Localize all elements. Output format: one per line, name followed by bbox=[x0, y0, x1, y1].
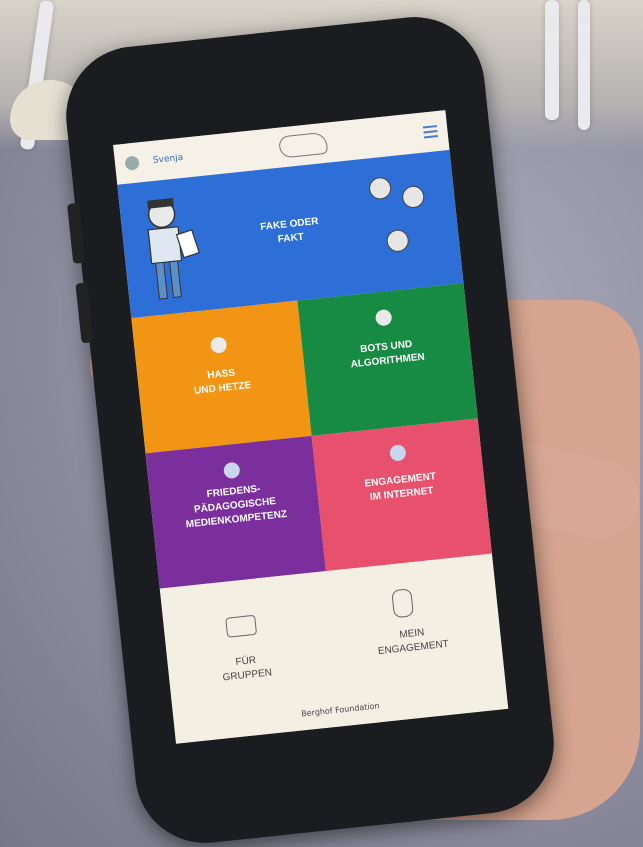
chair-leg bbox=[578, 0, 590, 130]
globe-icon bbox=[388, 444, 407, 462]
phone-screen: Svenja FAKE ODER FAKT HASS UND HETZE BOT… bbox=[113, 110, 509, 744]
fire-icon bbox=[209, 336, 227, 354]
peace-hand-icon bbox=[391, 588, 415, 619]
app-logo[interactable] bbox=[278, 131, 329, 159]
phone: Svenja FAKE ODER FAKT HASS UND HETZE BOT… bbox=[59, 10, 561, 847]
volume-up-button bbox=[67, 202, 86, 264]
coin-icon bbox=[368, 176, 393, 201]
hamburger-menu-icon[interactable] bbox=[422, 125, 439, 139]
photo-background: Svenja FAKE ODER FAKT HASS UND HETZE BOT… bbox=[0, 0, 643, 847]
volume-down-button bbox=[75, 282, 94, 344]
chair-leg bbox=[545, 0, 559, 120]
tile-bots-und-algorithmen[interactable]: BOTS UND ALGORITHMEN bbox=[297, 283, 478, 436]
footer-label: Berghof Foundation bbox=[300, 701, 380, 719]
heart-icon bbox=[222, 461, 241, 480]
robot-icon bbox=[374, 308, 392, 327]
tile-engagement-im-internet[interactable]: ENGAGEMENT IM INTERNET bbox=[311, 418, 492, 572]
tile-hass-und-hetze[interactable]: HASS UND HETZE bbox=[131, 300, 312, 454]
avatar-icon[interactable] bbox=[124, 155, 140, 171]
tile-friedenspaedagogische-medienkompetenz[interactable]: FRIEDENS- PÄDAGOGISCHE MEDIENKOMPETENZ bbox=[145, 435, 326, 589]
group-icon bbox=[225, 614, 258, 638]
username: Svenja bbox=[152, 152, 184, 166]
bottom-section: FÜR GRUPPEN MEIN ENGAGEMENT Berghof Foun… bbox=[159, 553, 509, 744]
